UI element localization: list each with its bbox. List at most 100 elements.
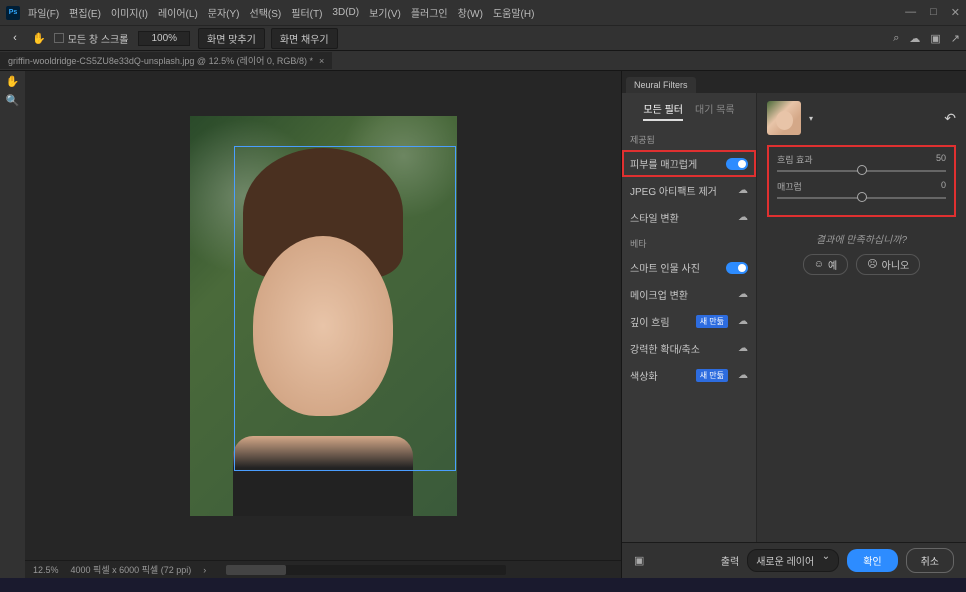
yes-button[interactable]: ☺예 bbox=[803, 254, 848, 275]
section-provided-label: 제공됨 bbox=[622, 127, 756, 150]
filter-label: 피부를 매끄럽게 bbox=[630, 156, 697, 171]
menu-image[interactable]: 이미지(I) bbox=[111, 5, 148, 20]
cloud-docs-icon[interactable]: ☁ bbox=[909, 32, 920, 45]
document-image bbox=[190, 116, 457, 516]
filter-skin-smoothing[interactable]: 피부를 매끄럽게 bbox=[622, 150, 756, 177]
slider-knob[interactable] bbox=[857, 192, 867, 202]
scroll-all-label: 모든 창 스크롤 bbox=[68, 31, 129, 46]
slider-blur: 흐림 효과 50 bbox=[777, 153, 946, 172]
cloud-download-icon[interactable]: ☁ bbox=[738, 370, 748, 381]
workspace-icon[interactable]: ▣ bbox=[930, 32, 940, 45]
maximize-icon[interactable]: □ bbox=[930, 6, 937, 19]
tab-close-icon[interactable]: × bbox=[319, 56, 324, 66]
tool-strip: ✋ 🔍 bbox=[0, 71, 25, 578]
ok-button[interactable]: 확인 bbox=[847, 549, 897, 572]
document-tab[interactable]: griffin-wooldridge-CS5ZU8e33dQ-unsplash.… bbox=[0, 52, 332, 69]
portrait-face bbox=[253, 236, 393, 416]
sliders-highlighted-box: 흐림 효과 50 매끄럽 0 bbox=[767, 145, 956, 217]
slider-smoothness: 매끄럽 0 bbox=[777, 180, 946, 199]
hand-tool-icon[interactable]: ✋ bbox=[32, 32, 46, 45]
titlebar: Ps 파일(F) 편집(E) 이미지(I) 레이어(L) 문자(Y) 선택(S)… bbox=[0, 0, 966, 25]
filter-list-tabs: 모든 필터 대기 목록 bbox=[622, 93, 756, 127]
checkbox-icon bbox=[54, 33, 64, 43]
output-select[interactable]: 새로운 레이어 bbox=[747, 549, 839, 572]
menu-layer[interactable]: 레이어(L) bbox=[158, 5, 198, 20]
panel-body: 모든 필터 대기 목록 제공됨 피부를 매끄럽게 JPEG 아티팩트 제거 ☁ … bbox=[622, 93, 966, 542]
filter-label: 강력한 확대/축소 bbox=[630, 341, 700, 356]
cloud-download-icon[interactable]: ☁ bbox=[738, 185, 748, 196]
menu-help[interactable]: 도움말(H) bbox=[493, 5, 534, 20]
cloud-download-icon[interactable]: ☁ bbox=[738, 289, 748, 300]
horizontal-scrollbar[interactable] bbox=[226, 565, 506, 575]
filter-controls-column: ▾ ↶ 흐림 효과 50 bbox=[757, 93, 966, 542]
cloud-download-icon[interactable]: ☁ bbox=[738, 316, 748, 327]
canvas-viewport[interactable] bbox=[25, 71, 621, 560]
slider-knob[interactable] bbox=[857, 165, 867, 175]
reset-icon[interactable]: ↶ bbox=[944, 110, 956, 127]
hand-tool-icon[interactable]: ✋ bbox=[6, 75, 20, 88]
filter-toggle[interactable] bbox=[726, 262, 748, 274]
new-badge: 새 만듦 bbox=[696, 369, 728, 382]
main-area: ✋ 🔍 12.5% 4000 픽셀 x 6000 픽셀 (72 ppi) › bbox=[0, 71, 966, 578]
slider-track[interactable] bbox=[777, 197, 946, 199]
back-arrow-icon[interactable]: ‹ bbox=[6, 29, 24, 47]
filter-style-transfer[interactable]: 스타일 변환 ☁ bbox=[622, 204, 756, 231]
new-badge: 새 만듦 bbox=[696, 315, 728, 328]
fill-screen-button[interactable]: 화면 채우기 bbox=[271, 28, 338, 49]
frown-icon: ☹ bbox=[867, 259, 877, 270]
no-button[interactable]: ☹아니오 bbox=[856, 254, 920, 275]
filter-colorize[interactable]: 색상화 새 만듦 ☁ bbox=[622, 362, 756, 389]
filter-super-zoom[interactable]: 강력한 확대/축소 ☁ bbox=[622, 335, 756, 362]
tab-all-filters[interactable]: 모든 필터 bbox=[643, 101, 683, 121]
slider-value: 0 bbox=[941, 180, 946, 193]
section-beta-label: 베타 bbox=[622, 231, 756, 254]
status-zoom[interactable]: 12.5% bbox=[33, 565, 59, 575]
scroll-all-windows-checkbox[interactable]: 모든 창 스크롤 bbox=[54, 31, 129, 46]
menu-file[interactable]: 파일(F) bbox=[28, 5, 59, 20]
filter-makeup-transfer[interactable]: 메이크업 변환 ☁ bbox=[622, 281, 756, 308]
filter-label: 스타일 변환 bbox=[630, 210, 679, 225]
cloud-download-icon[interactable]: ☁ bbox=[738, 343, 748, 354]
zoom-tool-icon[interactable]: 🔍 bbox=[6, 94, 20, 107]
zoom-level-input[interactable]: 100% bbox=[138, 31, 190, 46]
menu-filter[interactable]: 필터(T) bbox=[291, 5, 322, 20]
panel-tab-neural-filters[interactable]: Neural Filters bbox=[626, 77, 696, 93]
search-icon[interactable]: ⌕ bbox=[893, 32, 899, 45]
filter-smart-portrait[interactable]: 스마트 인물 사진 bbox=[622, 254, 756, 281]
face-selector-row: ▾ ↶ bbox=[767, 101, 956, 135]
menu-view[interactable]: 보기(V) bbox=[369, 5, 401, 20]
face-dropdown-caret-icon[interactable]: ▾ bbox=[809, 114, 813, 123]
filter-label: JPEG 아티팩트 제거 bbox=[630, 183, 717, 198]
filter-label: 깊이 흐림 bbox=[630, 314, 670, 329]
panel-tab-row: Neural Filters bbox=[622, 71, 966, 93]
status-dimensions[interactable]: 4000 픽셀 x 6000 픽셀 (72 ppi) bbox=[71, 563, 192, 576]
neural-filters-panel: Neural Filters 모든 필터 대기 목록 제공됨 피부를 매끄럽게 … bbox=[621, 71, 966, 578]
filter-label: 스마트 인물 사진 bbox=[630, 260, 700, 275]
menu-type[interactable]: 문자(Y) bbox=[208, 5, 240, 20]
minimize-icon[interactable]: — bbox=[905, 6, 916, 19]
menu-plugins[interactable]: 플러그인 bbox=[411, 5, 448, 20]
tab-wait-list[interactable]: 대기 목록 bbox=[695, 101, 735, 121]
share-icon[interactable]: ↗ bbox=[951, 32, 960, 45]
slider-track[interactable] bbox=[777, 170, 946, 172]
menu-3d[interactable]: 3D(D) bbox=[332, 7, 359, 18]
panel-bottom-bar: ▣ 출력 새로운 레이어 확인 취소 bbox=[622, 542, 966, 578]
status-bar: 12.5% 4000 픽셀 x 6000 픽셀 (72 ppi) › bbox=[25, 560, 621, 578]
fit-screen-button[interactable]: 화면 맞추기 bbox=[198, 28, 265, 49]
canvas-area: 12.5% 4000 픽셀 x 6000 픽셀 (72 ppi) › bbox=[25, 71, 621, 578]
face-thumbnail[interactable] bbox=[767, 101, 801, 135]
filter-jpeg-artifacts[interactable]: JPEG 아티팩트 제거 ☁ bbox=[622, 177, 756, 204]
filter-depth-blur[interactable]: 깊이 흐림 새 만듦 ☁ bbox=[622, 308, 756, 335]
menu-window[interactable]: 창(W) bbox=[458, 5, 483, 20]
slider-label: 매끄럽 bbox=[777, 180, 802, 193]
preview-toggle-icon[interactable]: ▣ bbox=[634, 554, 644, 567]
menu-edit[interactable]: 편집(E) bbox=[69, 5, 101, 20]
menu-select[interactable]: 선택(S) bbox=[250, 5, 282, 20]
cancel-button[interactable]: 취소 bbox=[906, 548, 954, 573]
cloud-download-icon[interactable]: ☁ bbox=[738, 212, 748, 223]
filter-toggle[interactable] bbox=[726, 158, 748, 170]
status-caret-icon[interactable]: › bbox=[203, 565, 206, 575]
scrollbar-thumb[interactable] bbox=[226, 565, 286, 575]
close-icon[interactable]: ✕ bbox=[951, 6, 960, 19]
titlebar-right-icons: ⌕ ☁ ▣ ↗ bbox=[893, 32, 960, 45]
